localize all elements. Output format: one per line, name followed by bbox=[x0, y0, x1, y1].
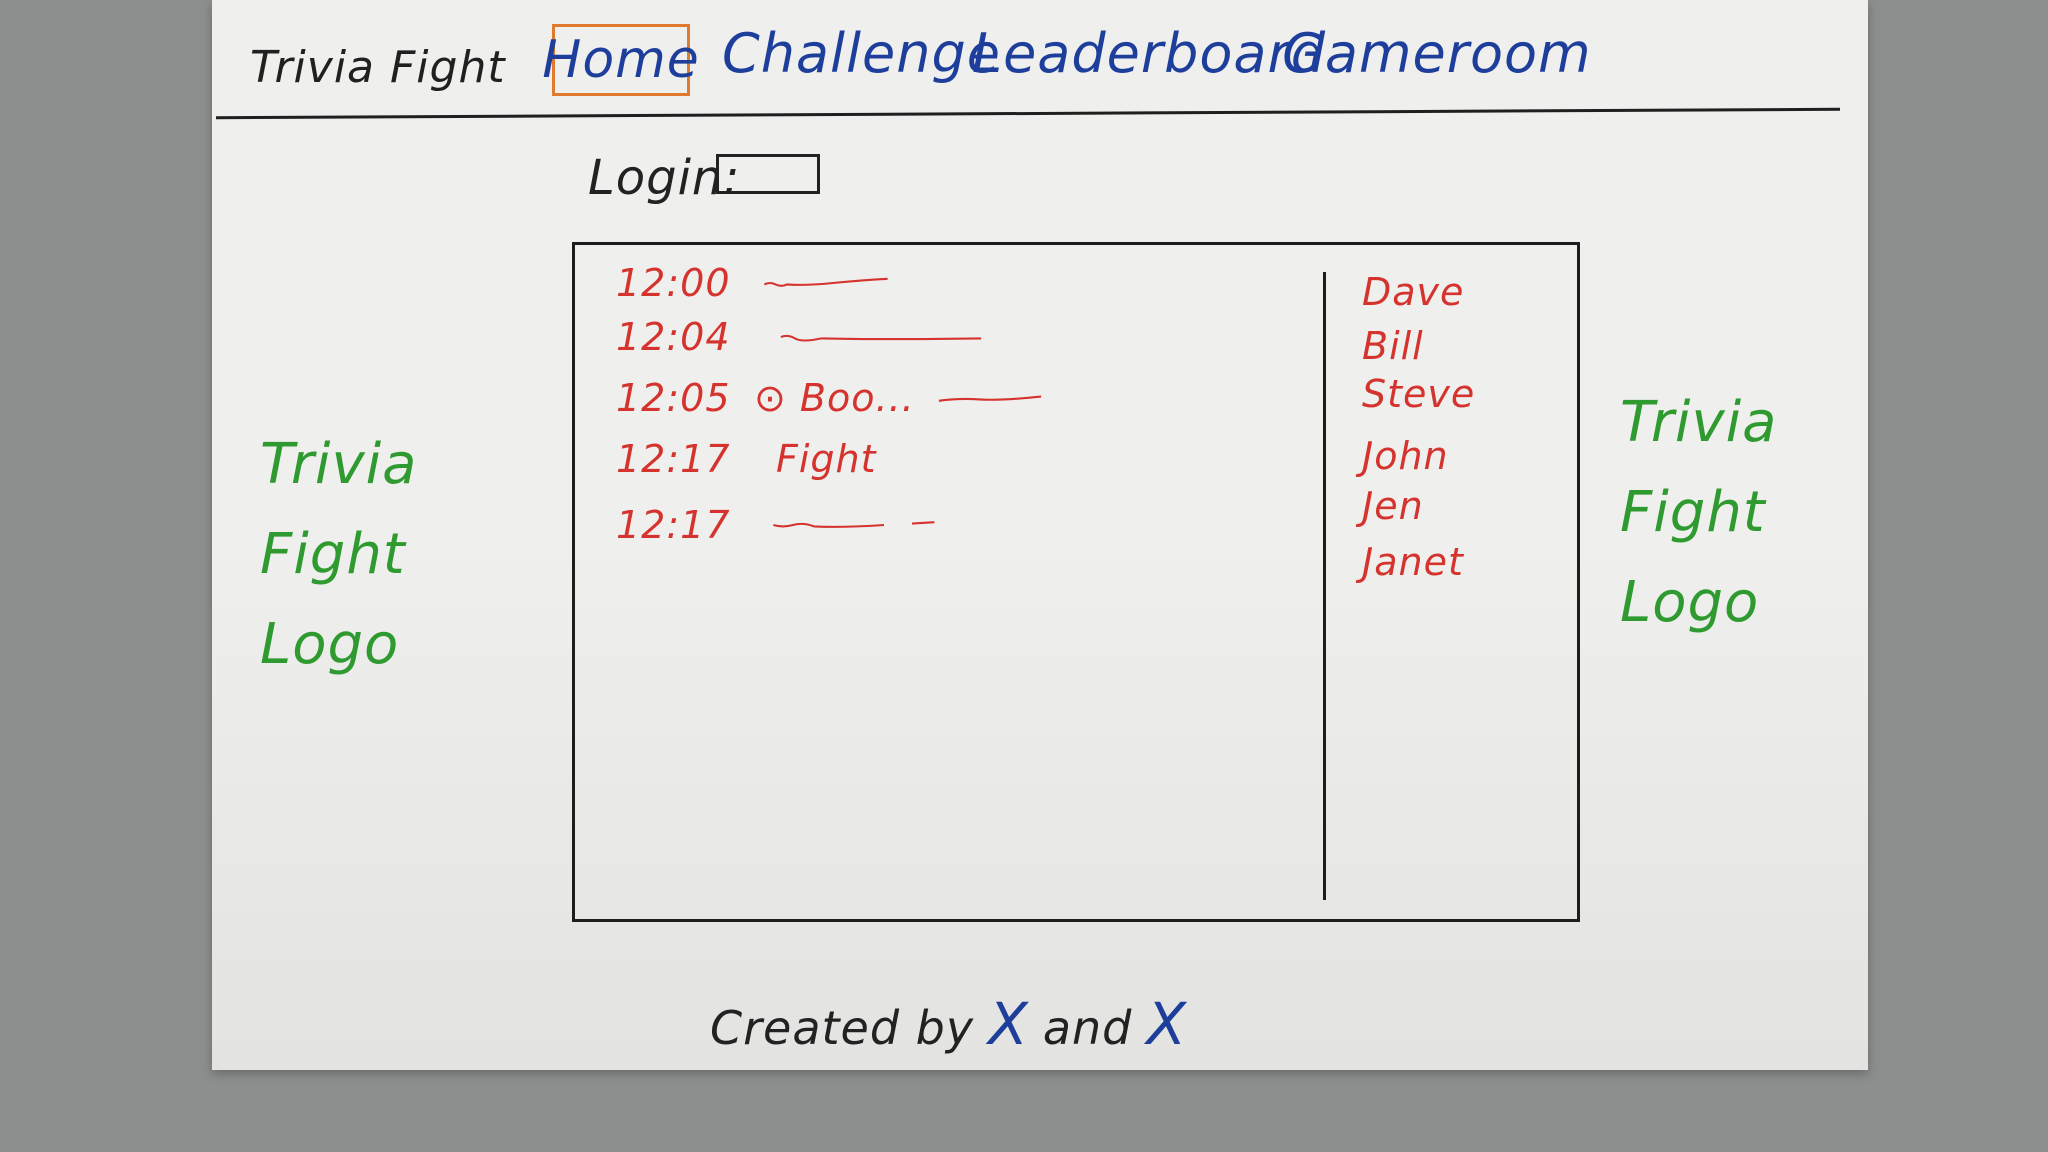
nav-challenge[interactable]: Challenge bbox=[722, 22, 1001, 85]
footer-created-by: Created by bbox=[710, 1001, 975, 1055]
scribble-line bbox=[763, 277, 888, 287]
logo-left-line: Trivia bbox=[260, 432, 418, 497]
user-list-item[interactable]: Dave bbox=[1362, 270, 1464, 314]
chat-time: 12:05 bbox=[616, 376, 731, 420]
user-list-item[interactable]: Jen bbox=[1362, 484, 1424, 528]
scribble-line bbox=[938, 395, 1041, 402]
footer-author-1: X bbox=[988, 990, 1029, 1058]
chat-message: 12:04 bbox=[616, 312, 1044, 362]
scribble-line bbox=[773, 521, 935, 528]
scribble-line bbox=[780, 334, 982, 342]
chat-time: 12:00 bbox=[616, 261, 731, 305]
footer-and: and bbox=[1042, 1001, 1133, 1055]
user-list-item[interactable]: Janet bbox=[1362, 540, 1464, 584]
login-input[interactable] bbox=[716, 154, 820, 194]
chat-message: 12:00 bbox=[616, 258, 934, 308]
chat-message: 12:05 ⊙ Boo... bbox=[616, 373, 1065, 423]
chat-user-divider bbox=[1323, 272, 1326, 900]
logo-left: Trivia Fight Logo bbox=[260, 420, 417, 690]
chat-time: 12:17 bbox=[616, 503, 731, 547]
user-list-item[interactable]: Bill bbox=[1362, 324, 1424, 368]
footer-credits: Created by X and X bbox=[710, 990, 1201, 1058]
nav-home-label: Home bbox=[542, 30, 700, 90]
chat-time: 12:04 bbox=[616, 315, 731, 359]
logo-left-line: Fight bbox=[260, 522, 406, 587]
chat-message: 12:17 bbox=[616, 500, 994, 550]
chat-time: 12:17 bbox=[616, 437, 731, 481]
logo-right-line: Logo bbox=[1620, 570, 1760, 635]
user-list-item[interactable]: John bbox=[1362, 434, 1449, 478]
chat-text: ⊙ Boo... bbox=[754, 376, 915, 420]
chat-text: Fight bbox=[776, 437, 877, 481]
logo-left-line: Logo bbox=[260, 612, 400, 677]
logo-right-line: Fight bbox=[1620, 480, 1766, 545]
logo-right: Trivia Fight Logo bbox=[1620, 378, 1777, 648]
nav-gameroom[interactable]: Gameroom bbox=[1282, 22, 1592, 85]
footer-author-2: X bbox=[1146, 990, 1188, 1058]
nav-leaderboard[interactable]: Leaderboard bbox=[972, 22, 1326, 85]
logo-right-line: Trivia bbox=[1620, 390, 1778, 455]
chat-message: 12:17 Fight bbox=[616, 434, 877, 484]
user-list-item[interactable]: Steve bbox=[1362, 372, 1475, 416]
site-title: Trivia Fight bbox=[250, 42, 506, 93]
nav-home[interactable]: Home bbox=[542, 24, 699, 96]
